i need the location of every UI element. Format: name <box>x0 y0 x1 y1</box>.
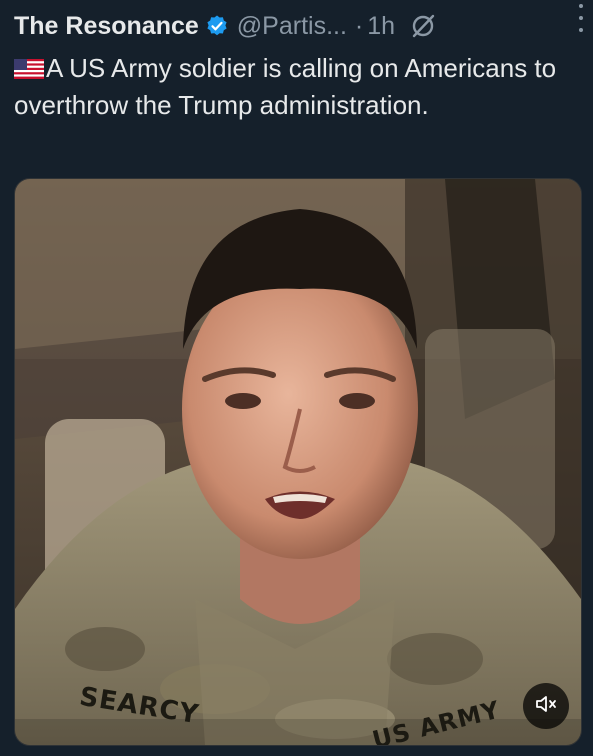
meta-separator: · <box>354 11 364 40</box>
tweet-header: The Resonance @Partis... · 1h <box>14 8 579 44</box>
more-options-icon[interactable] <box>573 4 589 32</box>
more-dot <box>579 16 583 20</box>
more-dot <box>579 28 583 32</box>
us-flag-icon <box>14 52 44 79</box>
tweet-text: A US Army soldier is calling on American… <box>14 50 559 124</box>
author-handle[interactable]: @Partis... <box>237 12 347 41</box>
author-name[interactable]: The Resonance <box>14 12 199 41</box>
more-dot <box>579 4 583 8</box>
grok-icon[interactable] <box>409 12 437 40</box>
muted-speaker-icon <box>534 692 558 721</box>
tweet-body: A US Army soldier is calling on American… <box>14 53 557 120</box>
verified-badge-icon <box>205 14 229 38</box>
post-time[interactable]: 1h <box>367 12 395 41</box>
mute-button[interactable] <box>523 683 569 729</box>
video-player[interactable]: SEARCY US ARMY <box>14 178 582 746</box>
video-frame <box>15 179 581 745</box>
